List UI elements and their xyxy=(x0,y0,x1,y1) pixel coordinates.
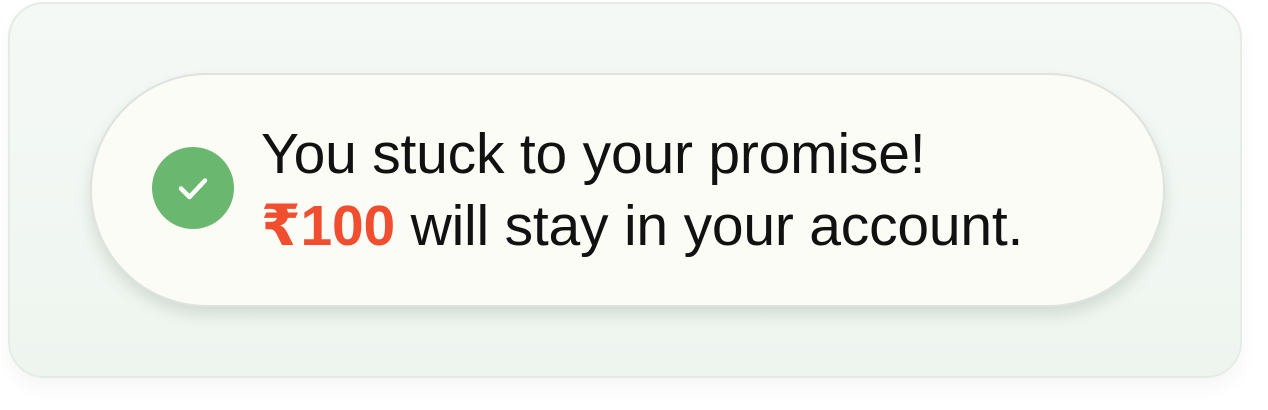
success-message: You stuck to your promise! ₹100 will sta… xyxy=(261,118,1141,262)
account-message: ₹100 will stay in your account. xyxy=(261,190,1141,262)
check-circle-icon xyxy=(152,147,234,229)
promise-message: You stuck to your promise! xyxy=(261,122,926,186)
amount-value: ₹100 xyxy=(261,194,395,258)
account-message-text: will stay in your account. xyxy=(394,194,1024,258)
